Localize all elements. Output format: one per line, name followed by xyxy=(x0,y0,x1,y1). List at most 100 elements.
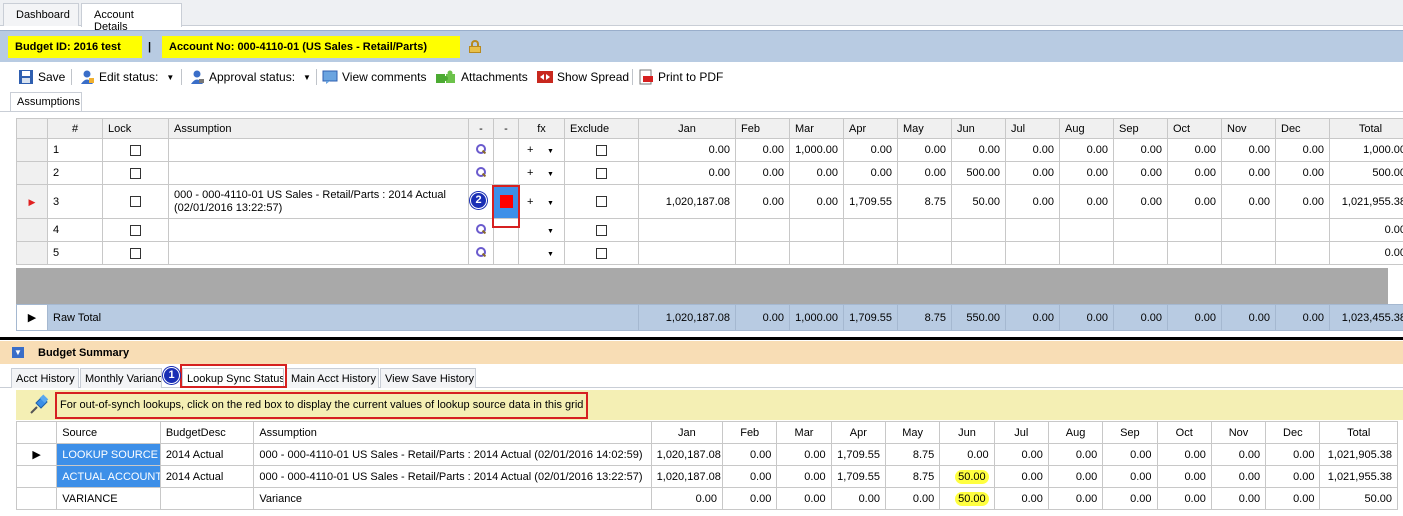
magnifier-icon[interactable] xyxy=(476,246,486,257)
col-header[interactable]: # xyxy=(47,118,103,139)
value-cell[interactable]: 0.00 xyxy=(1265,487,1321,510)
value-cell[interactable]: 0.00 xyxy=(1167,138,1222,162)
budget-summary-header[interactable]: ▼ Budget Summary xyxy=(0,341,1403,364)
source-cell[interactable]: VARIANCE xyxy=(56,487,161,510)
value-cell[interactable]: 50.00 xyxy=(939,487,995,510)
value-cell[interactable] xyxy=(1005,218,1060,242)
value-cell[interactable]: 0.00 xyxy=(993,443,1049,466)
assumption-row[interactable]: 5 ▼ 0.00 xyxy=(16,241,1403,265)
source-cell[interactable]: ACTUAL ACCOUNT xyxy=(56,465,161,488)
value-cell[interactable]: 1,709.55 xyxy=(830,443,886,466)
lock-checkbox[interactable] xyxy=(130,167,141,179)
col-header[interactable]: Sep xyxy=(1113,118,1168,139)
value-cell[interactable]: 0.00 xyxy=(776,443,832,466)
col-header[interactable]: Sep xyxy=(1102,421,1158,444)
value-cell[interactable]: 0.00 xyxy=(776,487,832,510)
print-pdf-button[interactable]: Print to PDF xyxy=(638,68,723,86)
chevron-down-icon[interactable]: ▼ xyxy=(547,251,554,258)
tab-account-details[interactable]: Account Details xyxy=(81,3,182,33)
view-comments-button[interactable]: View comments xyxy=(322,68,426,86)
value-cell[interactable]: 0.00 xyxy=(1102,465,1158,488)
value-cell[interactable]: 0.00 xyxy=(1156,465,1212,488)
value-cell[interactable]: 0.00 xyxy=(1221,138,1276,162)
summary-row[interactable]: VARIANCE Variance 0.00 0.00 0.00 0.00 0.00 50.0… xyxy=(15,487,1398,510)
value-cell[interactable] xyxy=(1059,241,1114,265)
value-cell[interactable]: 0.00 xyxy=(638,161,736,185)
col-header[interactable]: Apr xyxy=(843,118,898,139)
value-cell[interactable]: 0.00 xyxy=(1113,161,1168,185)
value-cell[interactable]: 50.00 xyxy=(951,184,1006,219)
value-cell[interactable]: 8.75 xyxy=(884,465,941,488)
value-cell[interactable] xyxy=(1221,241,1276,265)
summary-row[interactable]: ▶ LOOKUP SOURCE 2014 Actual 000 - 000-4110-… xyxy=(15,443,1398,466)
tab-acct-history[interactable]: Acct History xyxy=(11,368,79,388)
exclude-checkbox[interactable] xyxy=(596,247,607,259)
value-cell[interactable]: 0.00 xyxy=(1167,184,1222,219)
value-cell[interactable]: 0.00 xyxy=(1113,184,1168,219)
value-cell[interactable]: 1,709.55 xyxy=(830,465,886,488)
fx-cell[interactable]: ▼ xyxy=(518,218,565,242)
budget-desc-cell[interactable] xyxy=(159,487,255,510)
value-cell[interactable] xyxy=(1167,241,1222,265)
value-cell[interactable] xyxy=(735,241,790,265)
value-cell[interactable]: 0.00 xyxy=(884,487,941,510)
col-header[interactable]: Jan xyxy=(638,118,736,139)
exclude-checkbox[interactable] xyxy=(596,144,607,156)
value-cell[interactable]: 0.00 xyxy=(993,465,1049,488)
assumption-cell[interactable] xyxy=(168,138,469,162)
value-cell[interactable]: 0.00 xyxy=(722,465,778,488)
assumption-row[interactable]: 2 + ▼ 0.00 0.00 0.00 0.00 0.00 500.00 0.00 0.00 0.0… xyxy=(16,161,1403,185)
source-cell[interactable]: LOOKUP SOURCE xyxy=(56,443,161,466)
value-cell[interactable] xyxy=(951,218,1006,242)
assumption-cell[interactable]: 000 - 000-4110-01 US Sales - Retail/Part… xyxy=(253,443,652,466)
value-cell[interactable]: 0.00 xyxy=(1275,184,1330,219)
value-cell[interactable]: 0.00 xyxy=(776,465,832,488)
value-cell[interactable]: 0.00 xyxy=(1059,184,1114,219)
magnifier-icon[interactable] xyxy=(476,143,486,154)
value-cell[interactable] xyxy=(735,218,790,242)
value-cell[interactable]: 0.00 xyxy=(1265,443,1321,466)
assumption-cell[interactable]: 000 - 000-4110-01 US Sales - Retail/Part… xyxy=(253,465,652,488)
edit-status-dropdown[interactable]: Edit status: ▼ xyxy=(79,68,174,86)
exclude-checkbox[interactable] xyxy=(596,224,607,236)
value-cell[interactable]: 500.00 xyxy=(1329,161,1403,185)
row-selector[interactable] xyxy=(16,241,48,265)
value-cell[interactable]: 0.00 xyxy=(897,138,952,162)
row-selector[interactable] xyxy=(16,138,48,162)
assumption-cell[interactable]: Variance xyxy=(253,487,652,510)
row-selector[interactable] xyxy=(16,218,48,242)
value-cell[interactable]: 0.00 xyxy=(735,184,790,219)
col-header[interactable]: Jul xyxy=(993,421,1049,444)
col-header[interactable]: Exclude xyxy=(564,118,639,139)
col-header[interactable]: Mar xyxy=(776,421,832,444)
row-selector[interactable] xyxy=(15,465,58,488)
col-header[interactable]: Mar xyxy=(789,118,844,139)
value-cell[interactable] xyxy=(843,218,898,242)
value-cell[interactable] xyxy=(951,241,1006,265)
assumption-row[interactable]: 1 + ▼ 0.00 0.00 1,000.00 0.00 0.00 0.00 0.00 0.00 0… xyxy=(16,138,1403,162)
value-cell[interactable]: 0.00 xyxy=(897,161,952,185)
collapse-icon[interactable]: ▼ xyxy=(12,347,24,358)
value-cell[interactable] xyxy=(789,218,844,242)
fx-cell[interactable]: + ▼ xyxy=(518,138,565,162)
row-selector[interactable] xyxy=(16,161,48,185)
approval-status-dropdown[interactable]: Approval status: ▼ xyxy=(189,68,311,86)
value-cell[interactable] xyxy=(1275,218,1330,242)
value-cell[interactable]: 0.00 xyxy=(722,443,778,466)
col-header[interactable]: Nov xyxy=(1210,421,1267,444)
chevron-down-icon[interactable]: ▼ xyxy=(547,148,554,155)
value-cell[interactable]: 0.00 xyxy=(735,138,790,162)
value-cell[interactable]: 1,709.55 xyxy=(843,184,898,219)
value-cell[interactable]: 0.00 xyxy=(993,487,1049,510)
value-cell[interactable]: 0.00 xyxy=(650,487,724,510)
value-cell[interactable] xyxy=(789,241,844,265)
col-header[interactable]: May xyxy=(897,118,952,139)
value-cell[interactable]: 0.00 xyxy=(843,161,898,185)
value-cell[interactable]: 0.00 xyxy=(1102,487,1158,510)
value-cell[interactable] xyxy=(843,241,898,265)
col-header[interactable]: Jan xyxy=(650,421,724,444)
value-cell[interactable]: 0.00 xyxy=(1047,443,1104,466)
value-cell[interactable] xyxy=(1059,218,1114,242)
value-cell[interactable]: 50.00 xyxy=(1319,487,1398,510)
value-cell[interactable]: 0.00 xyxy=(1210,465,1267,488)
